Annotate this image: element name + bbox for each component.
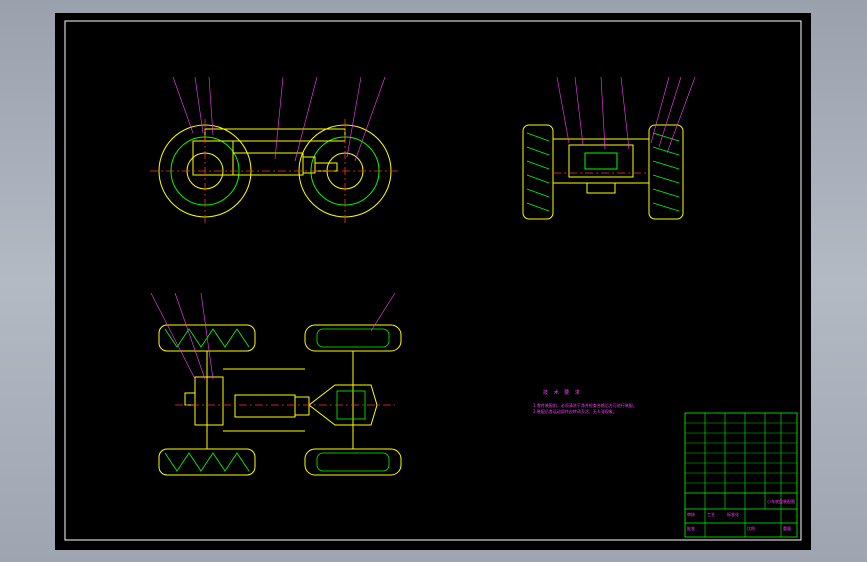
tech-notes-title: 技 术 要 求 [543, 390, 582, 396]
title-block [684, 412, 798, 538]
front-view [150, 76, 400, 223]
title-block-cell: 重量 [783, 526, 791, 531]
drawing-border [64, 20, 802, 541]
title-block-cell: 批准 [687, 526, 695, 531]
side-view [522, 76, 696, 220]
cad-drawing-canvas[interactable]: 技 术 要 求 1.零件装配前，必须清洗干净并检查合格后方可进行装配。 2.装配… [55, 13, 811, 550]
drawing-svg [64, 20, 802, 541]
title-block-cell: 比例 [747, 526, 755, 531]
tech-note-line: 2.装配后各运动部件应转动灵活，无卡滞现象。 [533, 409, 617, 414]
title-block-cell: 标准化 [727, 512, 739, 517]
title-block-cell: 工艺 [707, 512, 715, 517]
tech-note-line: 1.零件装配前，必须清洗干净并检查合格后方可进行装配。 [533, 403, 637, 408]
top-view [150, 292, 402, 476]
title-block-cell: 审核 [687, 512, 695, 517]
drawing-name: 小车底盘装配图 [767, 499, 795, 504]
